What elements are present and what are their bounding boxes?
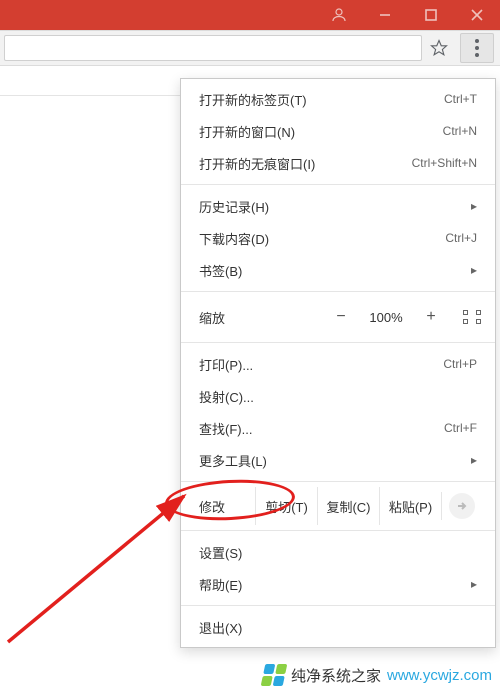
chrome-main-menu: 打开新的标签页(T) Ctrl+T 打开新的窗口(N) Ctrl+N 打开新的无… bbox=[180, 78, 496, 648]
menu-shortcut: Ctrl+T bbox=[444, 92, 477, 106]
fullscreen-button[interactable] bbox=[449, 310, 495, 324]
menu-shortcut: Ctrl+N bbox=[443, 124, 477, 138]
zoom-value: 100% bbox=[359, 310, 413, 325]
menu-label: 帮助(E) bbox=[199, 575, 242, 594]
menu-shortcut: Ctrl+J bbox=[445, 231, 477, 245]
zoom-out-button[interactable]: − bbox=[323, 308, 359, 326]
copy-button[interactable]: 复制(C) bbox=[317, 487, 379, 525]
submenu-arrow-icon: ▸ bbox=[471, 199, 477, 213]
submenu-arrow-icon: ▸ bbox=[471, 577, 477, 591]
menu-label: 打开新的无痕窗口(I) bbox=[199, 154, 315, 173]
menu-item-new-incognito[interactable]: 打开新的无痕窗口(I) Ctrl+Shift+N bbox=[181, 147, 495, 179]
bookmark-star-button[interactable] bbox=[422, 33, 456, 63]
menu-item-edit: 修改 剪切(T) 复制(C) 粘贴(P) bbox=[181, 487, 495, 525]
menu-item-cast[interactable]: 投射(C)... bbox=[181, 380, 495, 412]
menu-item-exit[interactable]: 退出(X) bbox=[181, 611, 495, 643]
menu-separator bbox=[181, 184, 495, 185]
maximize-button[interactable] bbox=[408, 0, 454, 30]
menu-label: 退出(X) bbox=[199, 618, 242, 637]
menu-label: 设置(S) bbox=[199, 543, 242, 562]
menu-separator bbox=[181, 291, 495, 292]
menu-label: 查找(F)... bbox=[199, 419, 252, 438]
watermark-text: 纯净系统之家 bbox=[291, 665, 381, 686]
user-profile-button[interactable] bbox=[316, 0, 362, 30]
menu-item-find[interactable]: 查找(F)... Ctrl+F bbox=[181, 412, 495, 444]
zoom-in-button[interactable]: + bbox=[413, 308, 449, 326]
address-bar bbox=[0, 30, 500, 66]
menu-separator bbox=[181, 605, 495, 606]
menu-label: 历史记录(H) bbox=[199, 197, 269, 216]
close-window-button[interactable] bbox=[454, 0, 500, 30]
menu-item-print[interactable]: 打印(P)... Ctrl+P bbox=[181, 348, 495, 380]
paste-button[interactable]: 粘贴(P) bbox=[379, 487, 441, 525]
menu-item-new-tab[interactable]: 打开新的标签页(T) Ctrl+T bbox=[181, 83, 495, 115]
cut-button[interactable]: 剪切(T) bbox=[255, 487, 317, 525]
menu-item-help[interactable]: 帮助(E) ▸ bbox=[181, 568, 495, 600]
url-input[interactable] bbox=[4, 35, 422, 61]
edit-label: 修改 bbox=[199, 497, 255, 516]
menu-shortcut: Ctrl+F bbox=[444, 421, 477, 435]
menu-label: 更多工具(L) bbox=[199, 451, 267, 470]
share-button[interactable] bbox=[441, 492, 481, 520]
menu-shortcut: Ctrl+Shift+N bbox=[412, 156, 477, 170]
menu-label: 打印(P)... bbox=[199, 355, 253, 374]
menu-item-downloads[interactable]: 下载内容(D) Ctrl+J bbox=[181, 222, 495, 254]
menu-item-zoom: 缩放 − 100% + bbox=[181, 297, 495, 337]
share-arrow-icon bbox=[456, 500, 468, 512]
menu-label: 投射(C)... bbox=[199, 387, 254, 406]
menu-item-more-tools[interactable]: 更多工具(L) ▸ bbox=[181, 444, 495, 476]
minimize-button[interactable] bbox=[362, 0, 408, 30]
kebab-icon bbox=[475, 39, 479, 57]
menu-separator bbox=[181, 530, 495, 531]
submenu-arrow-icon: ▸ bbox=[471, 453, 477, 467]
watermark: 纯净系统之家 www.ycwjz.com bbox=[263, 664, 492, 686]
menu-separator bbox=[181, 342, 495, 343]
menu-label: 书签(B) bbox=[199, 261, 242, 280]
chrome-menu-button[interactable] bbox=[460, 33, 494, 63]
menu-shortcut: Ctrl+P bbox=[443, 357, 477, 371]
menu-item-new-window[interactable]: 打开新的窗口(N) Ctrl+N bbox=[181, 115, 495, 147]
menu-label: 打开新的标签页(T) bbox=[199, 90, 307, 109]
annotation-arrow bbox=[0, 410, 210, 650]
submenu-arrow-icon: ▸ bbox=[471, 263, 477, 277]
zoom-label: 缩放 bbox=[199, 308, 323, 327]
watermark-logo-icon bbox=[261, 664, 288, 686]
menu-item-history[interactable]: 历史记录(H) ▸ bbox=[181, 190, 495, 222]
menu-item-settings[interactable]: 设置(S) bbox=[181, 536, 495, 568]
fullscreen-icon bbox=[463, 310, 481, 324]
watermark-suffix: www.ycwjz.com bbox=[387, 667, 492, 684]
menu-label: 下载内容(D) bbox=[199, 229, 269, 248]
menu-label: 打开新的窗口(N) bbox=[199, 122, 295, 141]
menu-separator bbox=[181, 481, 495, 482]
page-content-strip bbox=[0, 66, 180, 96]
window-titlebar bbox=[0, 0, 500, 30]
menu-item-bookmarks[interactable]: 书签(B) ▸ bbox=[181, 254, 495, 286]
